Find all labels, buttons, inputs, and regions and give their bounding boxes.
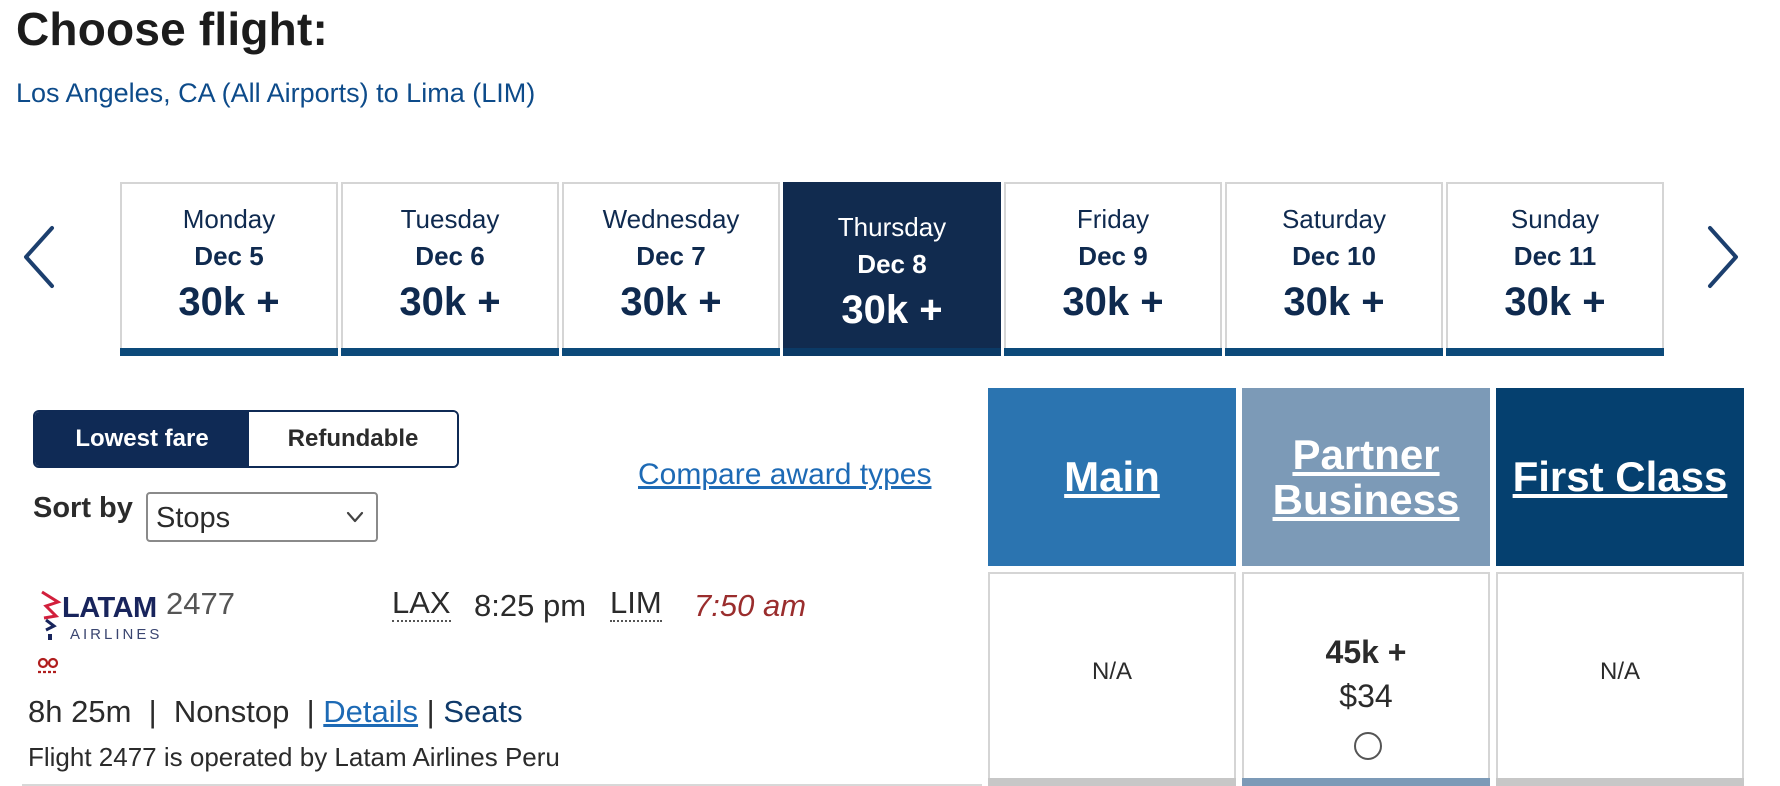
fare-cell-main: N/A [988, 572, 1236, 786]
operated-by-note: Flight 2477 is operated by Latam Airline… [28, 742, 560, 772]
cabin-partner-line2: Business [1272, 476, 1460, 523]
cabin-header-first-class: First Class [1496, 388, 1744, 566]
date-tab-day: Friday [1076, 204, 1150, 234]
date-tab-date: Dec 10 [1292, 241, 1376, 271]
arrival-airport-code[interactable]: LIM [610, 585, 662, 623]
codeshare-icon [37, 657, 59, 674]
date-tab-sunday[interactable]: Sunday Dec 11 30k + [1446, 182, 1664, 356]
prev-week-button[interactable] [18, 222, 62, 292]
arrival-time: 7:50 am [694, 588, 807, 623]
departure-time: 8:25 pm [474, 588, 587, 623]
sort-by-select[interactable]: Stops [146, 492, 378, 542]
date-tab-day: Saturday [1281, 204, 1387, 234]
date-tab-tuesday[interactable]: Tuesday Dec 6 30k + [341, 182, 559, 356]
latam-logo-mark-icon [41, 590, 62, 640]
airline-logo-subtext: AIRLINES [70, 626, 163, 643]
sort-by-value: Stops [156, 502, 231, 534]
date-tab-saturday[interactable]: Saturday Dec 10 30k + [1225, 182, 1443, 356]
airline-logo-text: LATAM [62, 592, 157, 624]
compare-award-types-link[interactable]: Compare award types [638, 458, 931, 492]
date-tab-day: Sunday [1510, 204, 1600, 234]
date-tab-points: 30k + [841, 288, 943, 332]
details-link[interactable]: Details [323, 694, 418, 729]
fare-select-radio[interactable] [1354, 732, 1382, 760]
chevron-left-icon [24, 226, 54, 288]
chevron-down-icon [346, 511, 364, 523]
fare-cell-partner-business[interactable]: 45k + $34 [1242, 572, 1490, 786]
seats-link[interactable]: Seats [443, 694, 522, 729]
sort-by-label: Sort by [33, 492, 133, 524]
cabin-header-partner-business: Partner Business [1242, 388, 1490, 566]
fare-points: 45k + [1325, 634, 1407, 670]
date-tab-date: Dec 11 [1513, 241, 1597, 271]
flight-stops: Nonstop [173, 694, 290, 729]
date-tab-points: 30k + [1062, 280, 1164, 324]
cabin-main-link[interactable]: Main [1064, 454, 1160, 500]
date-tab-day: Monday [182, 204, 276, 234]
date-tab-date: Dec 9 [1078, 241, 1148, 271]
cabin-header-main: Main [988, 388, 1236, 566]
fare-unavailable: N/A [1091, 658, 1132, 685]
refundable-option[interactable]: Refundable [249, 412, 457, 466]
lowest-fare-option[interactable]: Lowest fare [35, 412, 249, 466]
airline-logo: LATAM AIRLINES [40, 588, 159, 644]
date-tab-points: 30k + [1504, 280, 1606, 324]
date-tab-friday[interactable]: Friday Dec 9 30k + [1004, 182, 1222, 356]
date-tab-points: 30k + [399, 280, 501, 324]
fare-unavailable: N/A [1599, 658, 1640, 685]
fare-cell-first-class: N/A [1496, 572, 1744, 786]
cabin-first-class-link[interactable]: First Class [1513, 454, 1728, 500]
date-tab-day: Thursday [837, 212, 947, 242]
date-tab-day: Tuesday [400, 204, 500, 234]
date-tab-monday[interactable]: Monday Dec 5 30k + [120, 182, 338, 356]
date-tab-date: Dec 5 [194, 241, 264, 271]
cabin-partner-line1: Partner [1292, 430, 1440, 478]
date-tab-date: Dec 6 [415, 241, 485, 271]
chevron-right-icon [1708, 226, 1738, 288]
date-tab-points: 30k + [1283, 280, 1385, 324]
next-week-button[interactable] [1700, 222, 1744, 292]
departure-airport-code[interactable]: LAX [392, 585, 451, 623]
date-tab-points: 30k + [620, 280, 722, 324]
route-subtitle: Los Angeles, CA (All Airports) to Lima (… [16, 78, 536, 108]
fare-fee: $34 [1339, 678, 1393, 714]
date-tab-date: Dec 7 [636, 241, 706, 271]
flight-number: 2477 [166, 586, 235, 621]
date-tab-thursday[interactable]: Thursday Dec 8 30k + [783, 182, 1001, 356]
date-tab-date: Dec 8 [857, 249, 927, 279]
cabin-partner-business-link[interactable]: Partner Business [1272, 430, 1460, 523]
date-tab-day: Wednesday [602, 204, 740, 234]
fare-type-toggle: Lowest fare Refundable [33, 410, 459, 468]
date-tab-points: 30k + [178, 280, 280, 324]
date-tab-wednesday[interactable]: Wednesday Dec 7 30k + [562, 182, 780, 356]
flight-duration: 8h 25m [28, 694, 132, 729]
flight-meta: 8h 25m | Nonstop | Details | Seats [28, 694, 523, 729]
page-title: Choose flight: [16, 3, 328, 55]
